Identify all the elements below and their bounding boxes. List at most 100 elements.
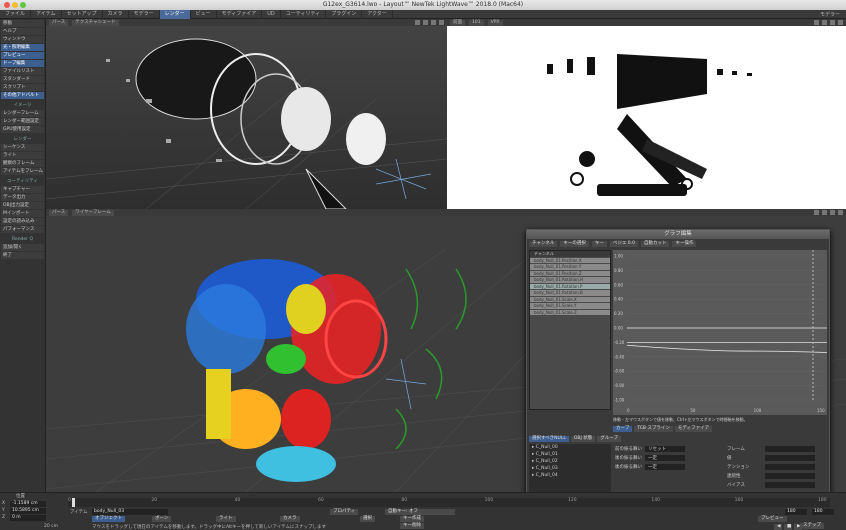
sidebar-item[interactable]: 設定の読み込み [1,218,44,225]
key-field-input[interactable] [765,463,815,470]
tab-10[interactable]: プラグイン [326,9,363,19]
coord-field-y[interactable]: 10.5895 cm [10,508,46,514]
scene-item[interactable]: ▸ C_Null_04 [529,472,611,479]
modeler-switch-button[interactable]: モデラー [814,11,846,18]
tab-11[interactable]: アクター [362,9,393,19]
sidebar-item[interactable]: 終了 [1,252,44,259]
channel-row[interactable]: body_Null_01.Position.X [530,257,610,263]
zoom-icon[interactable] [431,20,436,25]
scene-item[interactable]: ▸ C_Null_00 [529,444,611,451]
render-mode-select[interactable]: ワイヤーフレーム [72,209,114,216]
channel-row[interactable]: body_Null_01.Rotation.H [530,277,610,283]
move-icon[interactable] [415,20,420,25]
render-mode-select[interactable]: 101 [469,19,484,26]
zoom-icon[interactable] [830,20,835,25]
channel-row[interactable]: body_Null_01.Position.Y [530,264,610,270]
sidebar-item[interactable]: アイテムをフレーム [1,168,44,175]
graph-toolbar-button[interactable]: キー操作 [672,241,697,247]
move-icon[interactable] [814,20,819,25]
move-icon[interactable] [814,210,819,215]
view-type-select[interactable]: 前面 [450,19,465,26]
view-type-select[interactable]: パース [49,19,69,26]
sidebar-item[interactable]: GPU使用設定 [1,126,44,133]
sidebar-item[interactable]: ライト [1,152,44,159]
vpr-select[interactable]: VPR [487,19,503,26]
maximize-icon[interactable] [838,20,843,25]
tab-3[interactable]: カメラ [103,9,129,19]
behavior-select[interactable]: 一定 [645,463,685,470]
maximize-icon[interactable] [439,20,444,25]
sidebar-item[interactable]: その他アドバルト [1,92,44,99]
scene-tab[interactable]: OBJ 状態 [570,436,596,442]
preview-select[interactable]: プレビュー [758,516,787,522]
autokey-select[interactable]: 自動キー: オフ [385,509,455,515]
behavior-select[interactable]: 一定 [645,454,685,461]
sidebar-item[interactable]: ヘルプ [1,28,44,35]
sidebar-item[interactable]: Mインポート [1,210,44,217]
maximize-icon[interactable] [838,210,843,215]
scene-item[interactable]: ▸ C_Null_01 [529,451,611,458]
cameras-button[interactable]: カメラ [280,516,300,522]
play-icon[interactable]: ▶ [794,524,802,530]
sidebar-item[interactable]: データ出力 [1,194,44,201]
graph-toolbar-button[interactable]: ベジエ 0.0 [609,241,638,247]
key-field-input[interactable] [765,472,815,479]
sidebar-item[interactable]: 移動 [1,20,44,27]
render-mode-select[interactable]: テクスチャシェード [72,19,119,26]
graph-toolbar-button[interactable]: キー [591,241,607,247]
lights-button[interactable]: ライト [216,516,236,522]
tab-8[interactable]: UD [262,9,281,19]
sidebar-item[interactable]: プレビュー [1,52,44,59]
objects-button[interactable]: オブジェクト [92,516,125,522]
graph-editor-title[interactable]: グラフ編集 [527,230,829,239]
curve-tab[interactable]: モディファイア [674,426,713,432]
channel-row[interactable]: body_Null_01.Scale.X [530,296,610,302]
timeline-cursor[interactable] [72,498,75,507]
sidebar-item[interactable]: OBJ出力設定 [1,202,44,209]
key-field-input[interactable] [765,445,815,452]
sidebar-item[interactable]: 追加/開く [1,244,44,251]
sidebar-item[interactable]: シーケンス [1,144,44,151]
coord-field-x[interactable]: -1.1589 cm [10,501,46,507]
tab-1[interactable]: アイテム [31,9,62,19]
timeline-slider[interactable]: 0 20 40 60 80 100 120 140 160 180 [68,498,830,507]
scene-tab[interactable]: グループ [597,436,621,442]
scene-tab[interactable]: 選択すべきNULL [529,436,569,442]
viewport-top-right[interactable]: 前面 101 VPR [447,19,846,209]
graph-toolbar-button[interactable]: 自動カット [640,241,670,247]
stop-icon[interactable]: ■ [784,524,792,530]
play-back-icon[interactable]: ◀ [774,524,782,530]
create-key-button[interactable]: キー作成 [400,516,424,522]
current-item-select[interactable]: body_Null_03 [92,509,168,515]
tab-9[interactable]: ユーティリティ [281,9,327,19]
sidebar-item[interactable]: パフォーマンス [1,226,44,233]
graph-toolbar-button[interactable]: キーの選択 [560,241,589,247]
tab-0[interactable]: ファイル [0,9,32,19]
channel-row[interactable]: body_Null_01.Position.Z [530,270,610,276]
key-field-input[interactable] [765,454,815,461]
channel-row[interactable]: body_Null_01.Scale.Y [530,303,610,309]
rotate-icon[interactable] [822,210,827,215]
sidebar-item[interactable]: キャプチャー [1,186,44,193]
end-frame-field[interactable]: 180 [785,509,807,515]
scene-item[interactable]: ▸ C_Null_03 [529,465,611,472]
rotate-icon[interactable] [423,20,428,25]
tab-6[interactable]: ビュー [191,9,217,19]
graph-toolbar-button[interactable]: チャンネル [529,241,558,247]
tab-2[interactable]: セットアップ [62,9,103,19]
sidebar-item[interactable]: レンダー範囲設定 [1,118,44,125]
sidebar-item[interactable]: スクリプト [1,84,44,91]
channel-row[interactable]: body_Null_01.Scale.Z [530,309,610,315]
graph-plot-area[interactable]: 1.00 0.80 0.60 0.40 0.20 0.00 -0.20 -0.40 -0.60 -… [613,250,828,415]
view-type-select[interactable]: パース [49,209,69,216]
key-field-input[interactable] [765,481,815,488]
behavior-select[interactable]: リセット [645,445,685,452]
zoom-window-button[interactable] [20,2,26,8]
delete-key-button[interactable]: キー削除 [400,523,424,529]
rotate-icon[interactable] [822,20,827,25]
sidebar-item[interactable]: ウィンドウ [1,36,44,43]
curve-tab[interactable]: カーブ [613,426,633,432]
sidebar-item[interactable]: ファイルリスト [1,68,44,75]
sidebar-item[interactable]: 光・照明編集 [1,44,44,51]
tab-7[interactable]: モディファイア [217,9,263,19]
